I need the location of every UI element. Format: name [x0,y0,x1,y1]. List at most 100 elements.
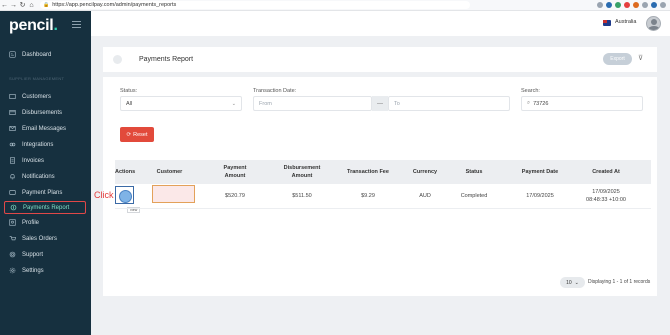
reset-button[interactable]: ⟳ Reset [120,127,154,142]
sidebar-item-integrations[interactable]: Integrations [4,138,86,151]
chevron-down-icon: ⌄ [574,279,579,286]
sidebar-item-label: Profile [22,219,40,226]
created-at-date-cell: 17/09/2025 [592,189,620,195]
search-value: 73726 [533,100,549,107]
status-cell: Completed [460,193,488,199]
sidebar-item-profile[interactable]: Profile [4,216,86,229]
sidebar-item-payment-plans[interactable]: Payment Plans [4,186,86,199]
sidebar-item-settings[interactable]: Settings [4,264,86,277]
search-icon: ⌕ [527,100,531,106]
sidebar-item-label: Integrations [22,141,54,148]
status-label: Status: [120,88,138,94]
customers-icon [8,93,16,101]
sidebar-item-invoices[interactable]: Invoices [4,154,86,167]
view-button[interactable] [115,186,134,204]
date-to-placeholder: To [394,100,400,107]
per-page-value: 10 [566,279,572,286]
search-input[interactable]: ⌕ 73726 [521,96,643,111]
sidebar-item-label: Customers [22,93,52,100]
star-icon[interactable] [597,2,603,8]
sidebar-item-label: Dashboard [22,51,52,58]
date-to-input[interactable]: To [388,96,510,111]
row-divider [115,208,651,209]
column-header-payment-amount: Payment Amount [223,165,247,179]
extension-icon[interactable] [642,2,648,8]
created-at-time-cell: 08:48:33 +10:00 [586,197,626,203]
search-label: Search: [521,88,540,94]
export-button[interactable]: Export [603,53,632,65]
sidebar-item-disbursements[interactable]: Disbursements [4,106,86,119]
sidebar-item-email-messages[interactable]: Email Messages [4,122,86,135]
sidebar-item-label: Email Messages [22,125,67,132]
column-header-created-at: Created At [592,169,620,175]
sidebar-item-dashboard[interactable]: Dashboard [4,48,86,61]
support-icon [8,251,16,259]
column-header-disbursement-amount: Disbursement Amount [283,165,321,179]
transaction-fee-cell: $9.29 [361,193,375,199]
page-header: Payments Report Export ⊽ [103,47,657,72]
transaction-date-label: Transaction Date: [253,88,297,94]
country-selector[interactable]: Australia [615,19,636,25]
per-page-select[interactable]: 10 ⌄ [560,277,585,288]
sidebar-item-label: Settings [22,267,44,274]
sidebar-item-label: Notifications [22,173,55,180]
menu-icon[interactable] [660,2,666,8]
click-annotation: Click [94,190,114,200]
column-header-status: Status [465,169,483,175]
sidebar-item-payments-report[interactable]: Payments Report [4,201,86,214]
customer-cell[interactable] [152,185,195,203]
sidebar-item-label: Payment Plans [22,189,63,196]
hamburger-menu-icon[interactable] [72,21,81,30]
disbursement-amount-cell: $511.50 [292,193,312,199]
column-header-transaction-fee: Transaction Fee [347,169,389,175]
sidebar-item-sales-orders[interactable]: Sales Orders [4,232,86,245]
avatar[interactable] [646,16,661,31]
logo-text: pencil [9,17,54,34]
sidebar-item-label: Disbursements [22,109,63,116]
payments-report-icon [9,204,17,212]
sidebar: pencil. Dashboard SUPPLIER MANAGEMENT Cu… [0,11,91,335]
top-bar: Australia [91,11,670,36]
filter-panel [103,77,657,160]
column-header-payment-date: Payment Date [521,169,559,175]
extension-icon[interactable] [606,2,612,8]
home-icon[interactable]: ⌂ [27,2,36,9]
export-label: Export [610,56,625,62]
extension-icon[interactable] [624,2,630,8]
sidebar-section-label: SUPPLIER MANAGEMENT [9,76,65,81]
extension-icon[interactable] [615,2,621,8]
email-icon [8,125,16,133]
forward-arrow-icon[interactable]: → [9,2,18,9]
lock-icon: 🔒 [43,2,50,8]
settings-icon [8,267,16,275]
column-header-actions: Actions [115,169,136,175]
url-text: https://app.pencilpay.com/admin/payments… [52,2,177,8]
filter-icon[interactable]: ⊽ [638,54,643,62]
reset-label: Reset [133,131,148,138]
status-select[interactable]: All ⌄ [120,96,242,111]
sidebar-item-customers[interactable]: Customers [4,90,86,103]
invoices-icon [8,157,16,165]
notifications-icon [8,173,16,181]
refresh-icon: ⟳ [126,131,132,138]
sidebar-item-label: Payments Report [23,204,70,211]
logo-dot: . [53,17,58,34]
date-from-input[interactable]: From [253,96,372,111]
payment-date-cell: 17/09/2025 [526,193,554,199]
sidebar-item-support[interactable]: Support [4,248,86,261]
address-bar[interactable]: 🔒 https://app.pencilpay.com/admin/paymen… [40,1,470,9]
sidebar-item-notifications[interactable]: Notifications [4,170,86,183]
reload-icon[interactable]: ↻ [18,1,27,9]
column-header-currency: Currency [412,169,438,175]
date-from-placeholder: From [259,100,272,107]
sidebar-item-label: Invoices [22,157,45,164]
profile-icon[interactable] [651,2,657,8]
status-value: All [126,100,133,107]
currency-cell: AUD [419,193,431,199]
back-arrow-icon[interactable]: ← [0,2,9,9]
pencil-logo[interactable]: pencil. [9,17,58,35]
extension-icon[interactable] [633,2,639,8]
australia-flag-icon[interactable] [603,20,611,26]
report-icon [113,55,122,64]
extension-icons [597,2,670,8]
